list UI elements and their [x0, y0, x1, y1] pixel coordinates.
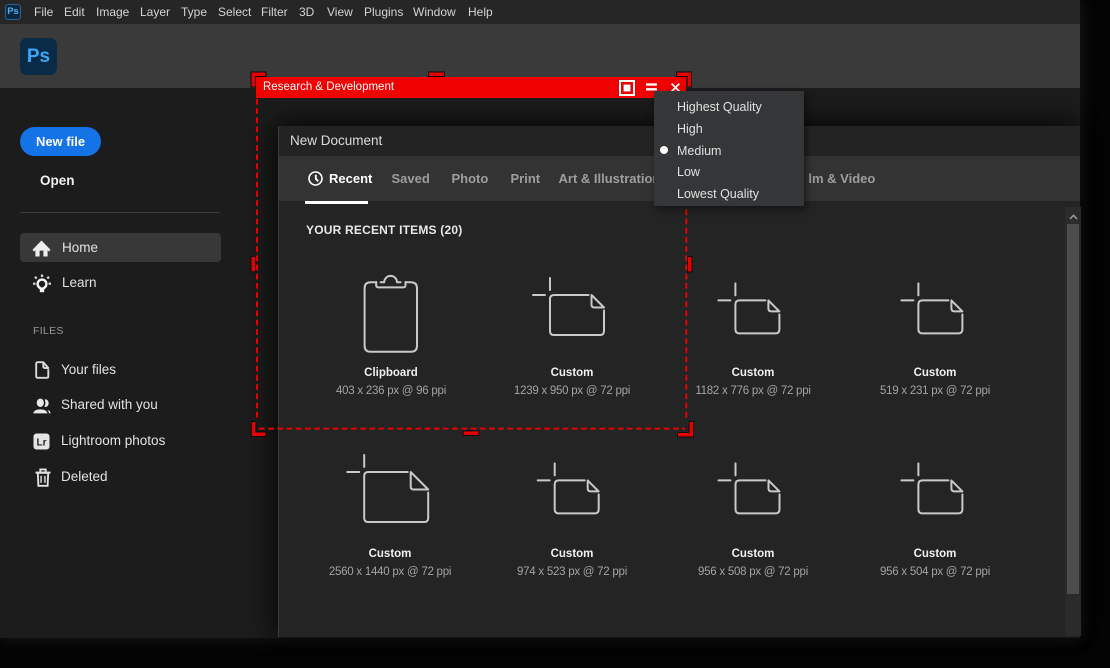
svg-text:Lr: Lr [37, 437, 47, 448]
